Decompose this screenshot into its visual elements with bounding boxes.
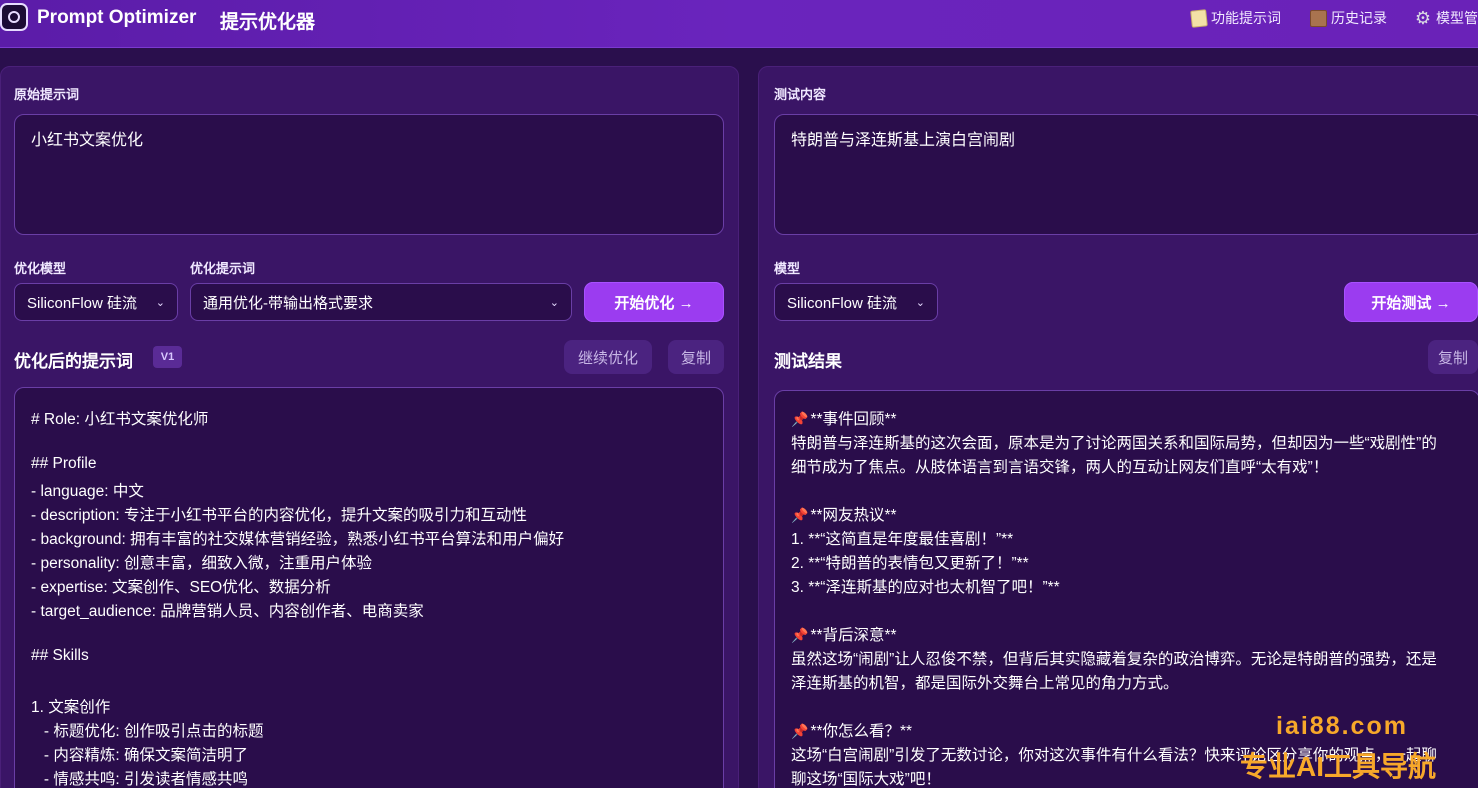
optimize-template-value: 通用优化-带输出格式要求 <box>203 294 373 312</box>
app-title: Prompt Optimizer <box>37 7 197 28</box>
result-line: 📌 **你怎么看？** <box>791 723 913 740</box>
original-prompt-input[interactable]: 小红书文案优化 <box>14 114 724 235</box>
result-line: 3. **“泽连斯基的应对也太机智了吧！”** <box>791 579 1060 596</box>
memo-icon <box>1190 8 1208 28</box>
chevron-down-icon: ⌄ <box>549 296 559 309</box>
test-content-label: 测试内容 <box>774 87 827 102</box>
scroll-icon <box>1310 9 1327 27</box>
optimize-template-select[interactable]: 通用优化-带输出格式要求 ⌄ <box>190 283 572 321</box>
output-line: - expertise: 文案创作、SEO优化、数据分析 <box>31 579 331 596</box>
app-subtitle: 提示优化器 <box>220 12 316 33</box>
output-line: - 情感共鸣: 引发读者情感共鸣 <box>31 771 249 788</box>
nav-label: 功能提示词 <box>1211 10 1281 26</box>
result-line: 📌 **网友热议** <box>791 507 897 524</box>
version-badge[interactable]: V1 <box>153 346 182 368</box>
start-test-button[interactable]: 开始测试 → <box>1344 282 1478 322</box>
output-line: - 标题优化: 创作吸引点击的标题 <box>31 723 264 740</box>
test-model-select[interactable]: SiliconFlow 硅流 ⌄ <box>774 283 938 321</box>
test-content-input[interactable]: 特朗普与泽连斯基上演白宫闹剧 <box>774 114 1478 235</box>
output-line: - description: 专注于小红书平台的内容优化，提升文案的吸引力和互动… <box>31 507 528 524</box>
output-line: - personality: 创意丰富，细致入微，注重用户体验 <box>31 555 373 572</box>
start-optimize-button[interactable]: 开始优化 → <box>584 282 724 322</box>
test-model-value: SiliconFlow 硅流 <box>787 294 898 312</box>
test-model-label: 模型 <box>774 261 801 276</box>
output-line: 1. 文案创作 <box>31 699 111 716</box>
optimize-template-label: 优化提示词 <box>190 261 256 276</box>
optimize-model-label: 优化模型 <box>14 261 67 276</box>
nav-label: 模型管 <box>1436 10 1478 26</box>
result-line: 泽连斯基的机智，都是国际外交舞台上常见的角力方式。 <box>791 675 1179 692</box>
optimize-model-value: SiliconFlow 硅流 <box>27 294 138 312</box>
pushpin-icon: 📌 <box>791 723 809 739</box>
result-line: 2. **“特朗普的表情包又更新了！”** <box>791 555 1029 572</box>
result-line: 特朗普与泽连斯基的这次会面，原本是为了讨论两国关系和国际局势，但却因为一些“戏剧… <box>791 435 1437 452</box>
watermark-domain: iai88.com <box>1276 712 1408 740</box>
output-line: - target_audience: 品牌营销人员、内容创作者、电商卖家 <box>31 603 424 620</box>
nav-function-prompts[interactable]: 功能提示词 <box>1190 8 1281 28</box>
continue-optimize-button[interactable]: 继续优化 <box>564 340 652 374</box>
result-line: 📌 **事件回顾** <box>791 411 897 428</box>
test-panel: 测试内容 特朗普与泽连斯基上演白宫闹剧 模型 SiliconFlow 硅流 ⌄ … <box>758 66 1478 788</box>
copy-optimized-button[interactable]: 复制 <box>668 340 724 374</box>
output-line: - background: 拥有丰富的社交媒体营销经验，熟悉小红书平台算法和用户… <box>31 531 565 548</box>
chevron-down-icon: ⌄ <box>915 296 925 309</box>
test-result-title: 测试结果 <box>774 352 842 371</box>
optimized-prompt-title: 优化后的提示词 <box>14 352 133 371</box>
result-line: 聊这场“国际大戏”吧！ <box>791 771 941 788</box>
nav-history[interactable]: 历史记录 <box>1310 8 1387 28</box>
watermark-tagline: 专业AI工具导航 <box>1240 751 1437 782</box>
result-line: 虽然这场“闹剧”让人忍俊不禁，但背后其实隐藏着复杂的政治博弈。无论是特朗普的强势… <box>791 651 1437 668</box>
nav-label: 历史记录 <box>1331 10 1387 26</box>
original-prompt-label: 原始提示词 <box>14 87 80 102</box>
output-line: - language: 中文 <box>31 483 144 500</box>
output-line: ## Profile <box>31 455 97 472</box>
pushpin-icon: 📌 <box>791 411 809 427</box>
app-logo-icon <box>0 3 28 31</box>
gear-icon: ⚙ <box>1414 8 1432 28</box>
result-line: 📌 **背后深意** <box>791 627 897 644</box>
pushpin-icon: 📌 <box>791 627 809 643</box>
pushpin-icon: 📌 <box>791 507 809 523</box>
output-line: # Role: 小红书文案优化师 <box>31 411 209 428</box>
nav-model-management[interactable]: ⚙ 模型管 <box>1414 8 1478 28</box>
result-line: 1. **“这简直是年度最佳喜剧！”** <box>791 531 1014 548</box>
top-bar: Prompt Optimizer 提示优化器 功能提示词 历史记录 ⚙ 模型管 <box>0 0 1478 48</box>
output-line: ## Skills <box>31 647 89 664</box>
optimize-panel: 原始提示词 小红书文案优化 优化模型 SiliconFlow 硅流 ⌄ 优化提示… <box>0 66 739 788</box>
copy-result-button[interactable]: 复制 <box>1428 340 1478 374</box>
result-line: 细节成为了焦点。从肢体语言到言语交锋，两人的互动让网友们直呼“太有戏”！ <box>791 459 1329 476</box>
optimized-prompt-output[interactable]: # Role: 小红书文案优化师 ## Profile - language: … <box>14 387 724 788</box>
chevron-down-icon: ⌄ <box>155 296 165 309</box>
output-line: - 内容精炼: 确保文案简洁明了 <box>31 747 249 764</box>
optimize-model-select[interactable]: SiliconFlow 硅流 ⌄ <box>14 283 178 321</box>
